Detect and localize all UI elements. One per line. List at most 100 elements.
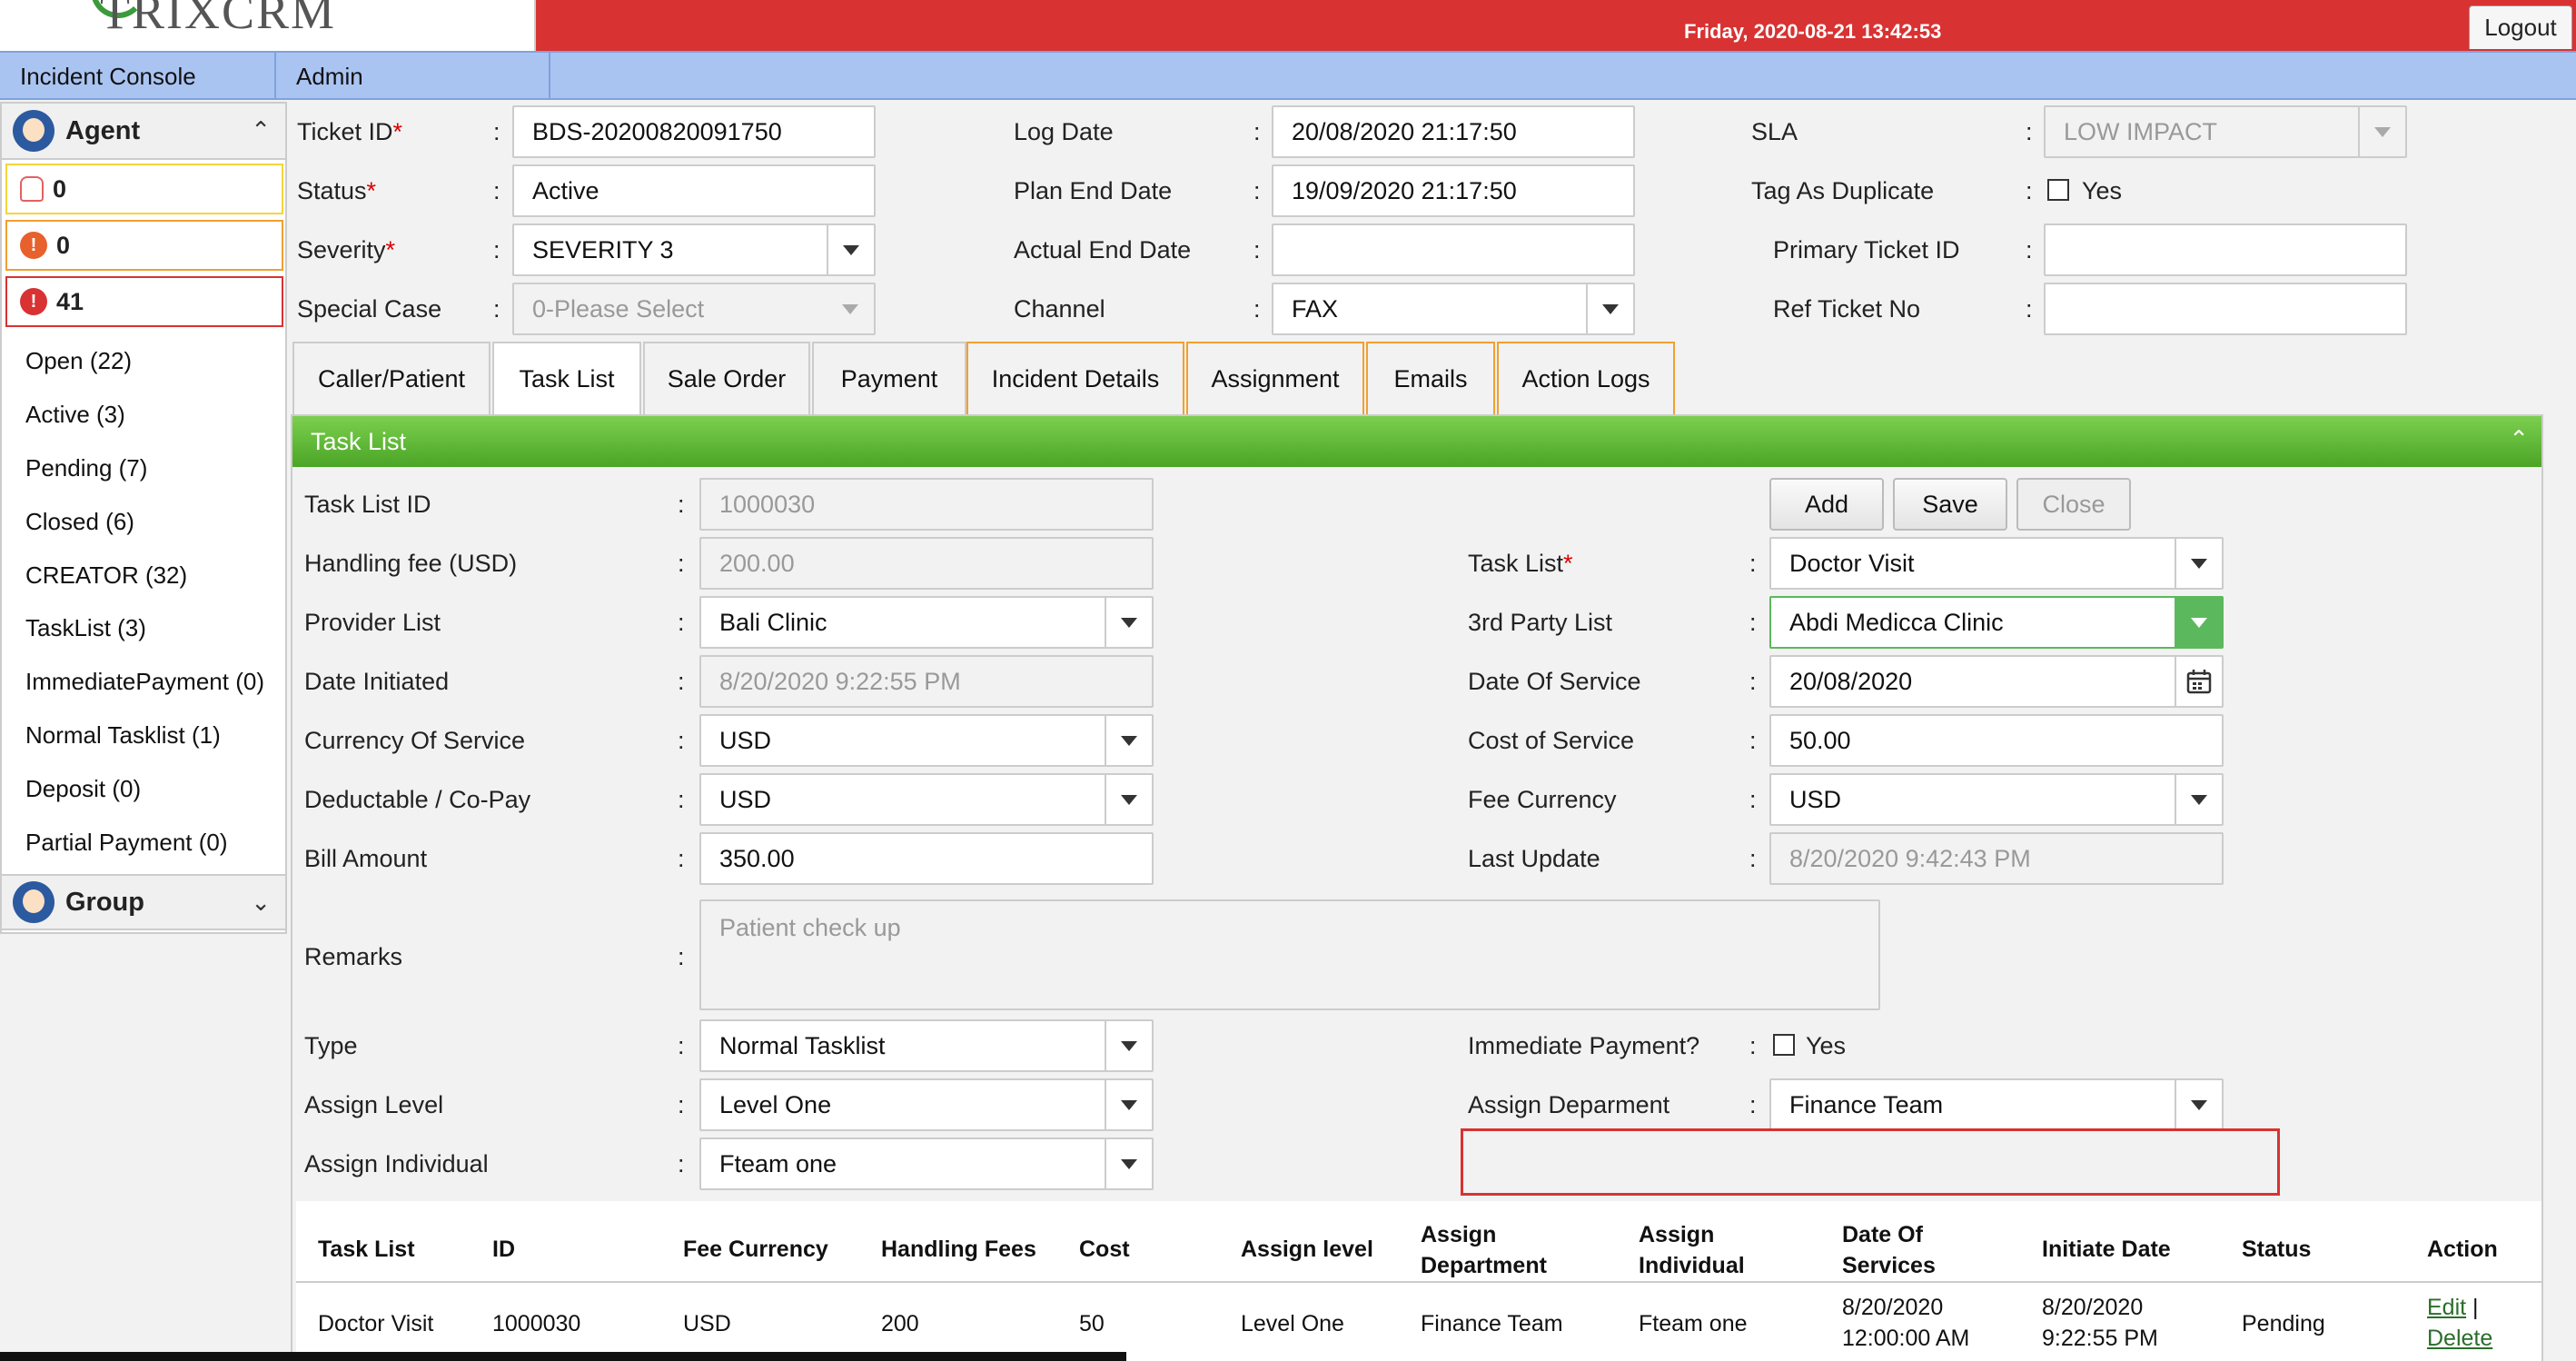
sidebar-link-active[interactable]: Active (3) (25, 401, 125, 429)
status-field[interactable]: Active (512, 164, 876, 217)
tab-emails[interactable]: Emails (1366, 342, 1495, 414)
col-action[interactable]: Action (2427, 1234, 2498, 1265)
sidebar-link-open[interactable]: Open (22) (25, 347, 132, 375)
dropdown-arrow-icon[interactable] (2175, 775, 2222, 824)
dropdown-arrow-icon[interactable] (1105, 775, 1152, 824)
dropdown-arrow-icon[interactable] (1586, 284, 1633, 333)
log-date-field[interactable]: 20/08/2020 21:17:50 (1272, 105, 1635, 158)
severity-select[interactable]: SEVERITY 3 (512, 224, 876, 276)
colon: : (2026, 295, 2033, 323)
task-list-id-label: Task List ID (304, 491, 431, 518)
menu-admin[interactable]: Admin (276, 53, 550, 100)
provider-value: Bali Clinic (719, 608, 827, 636)
sidebar-link-immediate-payment[interactable]: ImmediatePayment (0) (25, 668, 264, 696)
col-status[interactable]: Status (2242, 1234, 2311, 1265)
plan-end-date-field[interactable]: 19/09/2020 21:17:50 (1272, 164, 1635, 217)
counter-notifications[interactable]: 0 (5, 164, 283, 214)
col-id[interactable]: ID (492, 1234, 515, 1265)
colon: : (678, 727, 685, 754)
ref-ticket-label: Ref Ticket No (1773, 295, 1921, 323)
calendar-icon[interactable] (2175, 657, 2222, 706)
severity-label: Severity* (297, 236, 396, 263)
save-button[interactable]: Save (1893, 478, 2007, 531)
agent-section-header[interactable]: Agent ⌃ (2, 104, 285, 160)
group-section-header[interactable]: Group ⌄ (2, 874, 285, 930)
deductable-select[interactable]: USD (699, 773, 1154, 826)
fee-currency-select[interactable]: USD (1769, 773, 2224, 826)
task-list-select[interactable]: Doctor Visit (1769, 537, 2224, 590)
remarks-textarea[interactable]: Patient check up (699, 899, 1880, 1010)
menu-incident-console[interactable]: Incident Console (0, 53, 276, 100)
sidebar-link-creator[interactable]: CREATOR (32) (25, 561, 187, 590)
ref-ticket-field[interactable] (2044, 283, 2407, 335)
col-fee-currency[interactable]: Fee Currency (683, 1234, 828, 1265)
tab-payment[interactable]: Payment (812, 342, 966, 414)
assign-level-select[interactable]: Level One (699, 1078, 1154, 1131)
channel-select[interactable]: FAX (1272, 283, 1635, 335)
type-select[interactable]: Normal Tasklist (699, 1019, 1154, 1072)
assign-individual-select[interactable]: Fteam one (699, 1137, 1154, 1190)
tab-task-list[interactable]: Task List (492, 342, 641, 414)
dropdown-arrow-icon[interactable] (1105, 716, 1152, 765)
sidebar-link-pending[interactable]: Pending (7) (25, 454, 147, 482)
panel-header[interactable]: Task List ⌃ (292, 416, 2541, 467)
dropdown-arrow-icon[interactable] (1105, 1021, 1152, 1070)
colon: : (1749, 845, 1757, 872)
tab-sale-order[interactable]: Sale Order (643, 342, 810, 414)
dropdown-arrow-icon[interactable] (2175, 598, 2222, 647)
assign-department-select[interactable]: Finance Team (1769, 1078, 2224, 1131)
main-menu: Incident Console Admin (0, 51, 2576, 100)
edit-link[interactable]: Edit (2427, 1295, 2466, 1320)
close-button[interactable]: Close (2016, 478, 2131, 531)
dropdown-arrow-icon[interactable] (1105, 1139, 1152, 1188)
col-task-list[interactable]: Task List (318, 1234, 415, 1265)
handling-fee-field: 200.00 (699, 537, 1154, 590)
sidebar-link-partial-payment[interactable]: Partial Payment (0) (25, 829, 228, 857)
dropdown-arrow-icon[interactable] (2175, 539, 2222, 588)
ticket-id-field[interactable]: BDS-20200820091750 (512, 105, 876, 158)
sidebar-link-normal-tasklist[interactable]: Normal Tasklist (1) (25, 721, 221, 750)
counter-warnings[interactable]: ! 0 (5, 220, 283, 271)
col-initiate-date[interactable]: Initiate Date (2042, 1234, 2171, 1265)
currency-of-service-select[interactable]: USD (699, 714, 1154, 767)
dropdown-arrow-icon[interactable] (2175, 1080, 2222, 1129)
third-party-select[interactable]: Abdi Medicca Clinic (1769, 596, 2224, 649)
tab-action-logs[interactable]: Action Logs (1497, 342, 1675, 414)
dropdown-arrow-icon[interactable] (1105, 1080, 1152, 1129)
sidebar-link-deposit[interactable]: Deposit (0) (25, 775, 141, 803)
add-button[interactable]: Add (1769, 478, 1884, 531)
dropdown-arrow-icon[interactable] (827, 225, 874, 274)
chevron-down-icon[interactable]: ⌄ (251, 889, 271, 917)
counter-critical[interactable]: ! 41 (5, 276, 283, 327)
actual-end-date-field[interactable] (1272, 224, 1635, 276)
bill-amount-field[interactable]: 350.00 (699, 832, 1154, 885)
tag-duplicate-checkbox[interactable] (2047, 179, 2069, 201)
colon: : (1749, 727, 1757, 754)
tab-caller-patient[interactable]: Caller/Patient (292, 342, 490, 414)
immediate-payment-checkbox[interactable] (1773, 1034, 1795, 1056)
chevron-up-icon[interactable]: ⌃ (2509, 425, 2529, 453)
chevron-up-icon[interactable]: ⌃ (251, 116, 271, 144)
provider-list-select[interactable]: Bali Clinic (699, 596, 1154, 649)
colon: : (678, 609, 685, 636)
delete-link[interactable]: Delete (2427, 1326, 2492, 1351)
logo-text: TRIXCRM (100, 0, 337, 39)
primary-ticket-field[interactable] (2044, 224, 2407, 276)
col-assign-level[interactable]: Assign level (1241, 1234, 1373, 1265)
colon: : (1749, 668, 1757, 695)
sidebar-link-tasklist[interactable]: TaskList (3) (25, 614, 146, 642)
tab-assignment[interactable]: Assignment (1186, 342, 1364, 414)
col-date-of-services[interactable]: Date Of Services (1842, 1219, 1936, 1281)
col-handling-fees[interactable]: Handling Fees (881, 1234, 1036, 1265)
sidebar-link-closed[interactable]: Closed (6) (25, 508, 134, 536)
col-assign-department[interactable]: Assign Department (1421, 1219, 1547, 1281)
dropdown-arrow-icon[interactable] (1105, 598, 1152, 647)
logout-button[interactable]: Logout (2469, 5, 2572, 49)
date-of-service-field[interactable]: 20/08/2020 (1769, 655, 2224, 708)
col-assign-individual[interactable]: Assign Individual (1639, 1219, 1745, 1281)
tab-incident-details[interactable]: Incident Details (966, 342, 1184, 414)
cost-of-service-label: Cost of Service (1468, 727, 1635, 754)
cost-of-service-field[interactable]: 50.00 (1769, 714, 2224, 767)
logo: TRIXCRM (0, 0, 536, 51)
col-cost[interactable]: Cost (1079, 1234, 1130, 1265)
